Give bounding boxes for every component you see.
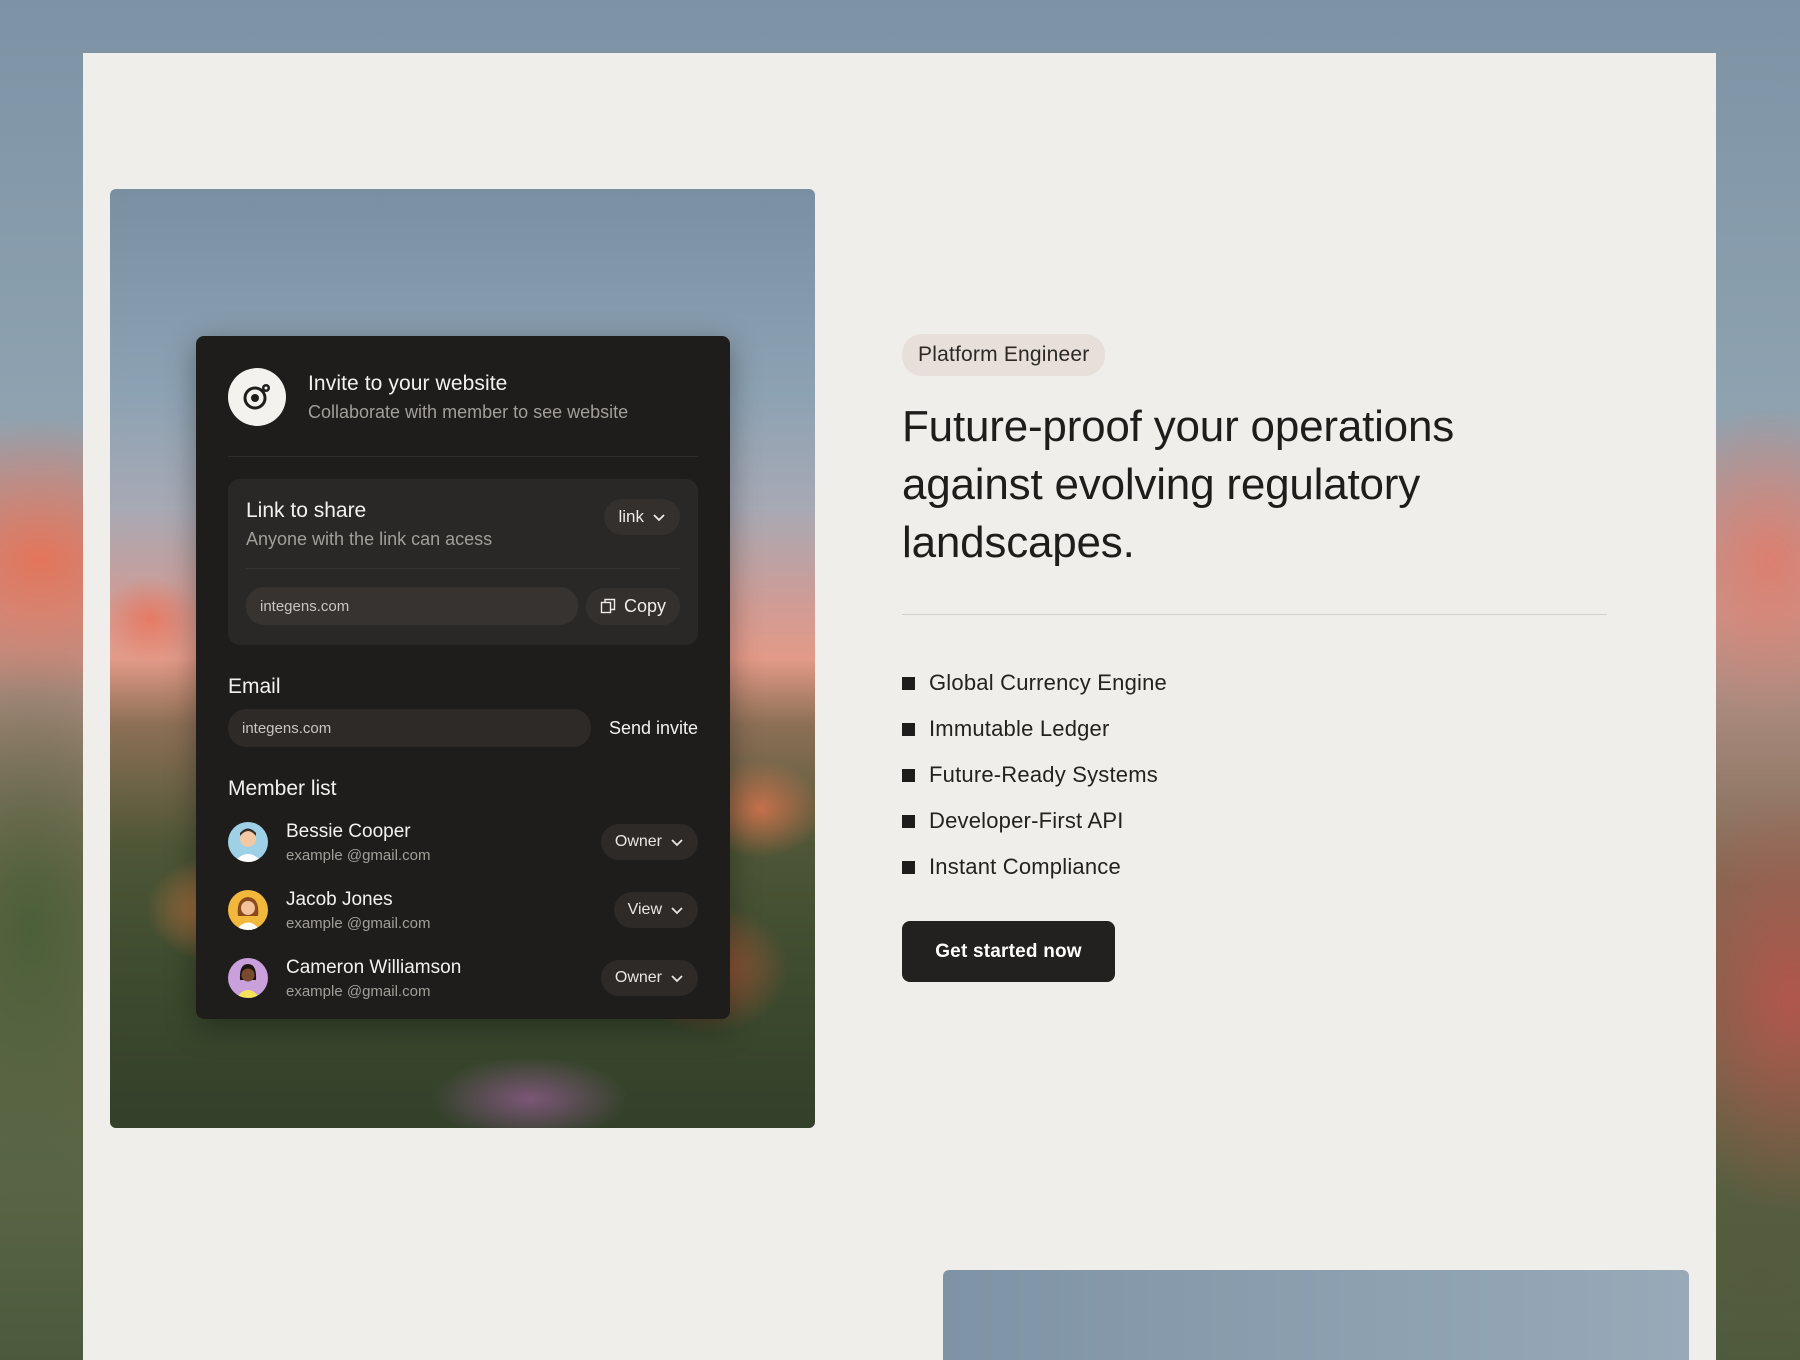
email-field[interactable]: integens.com bbox=[228, 709, 591, 747]
chevron-down-icon bbox=[671, 975, 683, 983]
member-name: Bessie Cooper bbox=[286, 820, 411, 842]
chevron-down-icon bbox=[671, 907, 683, 915]
chevron-down-icon bbox=[671, 839, 683, 847]
divider bbox=[902, 614, 1607, 615]
copy-label: Copy bbox=[623, 595, 666, 616]
chevron-down-icon bbox=[653, 514, 665, 522]
role-tag: Platform Engineer bbox=[902, 334, 1106, 376]
square-bullet-icon bbox=[902, 814, 915, 828]
invite-card: Invite to your website Collaborate with … bbox=[196, 336, 730, 1019]
page: Invite to your website Collaborate with … bbox=[83, 53, 1716, 1360]
square-bullet-icon bbox=[902, 676, 915, 690]
member-name: Jacob Jones bbox=[286, 888, 393, 910]
member-email: example @gmail.com bbox=[286, 982, 431, 1000]
share-link-field[interactable]: integens.com bbox=[246, 587, 578, 625]
page-title: Future-proof your operations against evo… bbox=[902, 402, 1455, 567]
member-row: Jacob Jones example @gmail.com View bbox=[228, 883, 698, 937]
link-mode-dropdown[interactable]: link bbox=[604, 499, 680, 535]
feature-list: Global Currency Engine Immutable Ledger … bbox=[902, 660, 1167, 890]
feature-label: Immutable Ledger bbox=[929, 716, 1110, 741]
role-dropdown[interactable]: Owner bbox=[600, 824, 698, 860]
share-subtitle: Anyone with the link can acess bbox=[246, 529, 493, 549]
member-row: Bessie Cooper example @gmail.com Owner bbox=[228, 815, 698, 869]
invite-subtitle: Collaborate with member to see website bbox=[308, 401, 629, 422]
square-bullet-icon bbox=[902, 722, 915, 736]
list-item: Immutable Ledger bbox=[902, 706, 1167, 752]
member-email: example @gmail.com bbox=[286, 914, 431, 932]
role-dropdown[interactable]: Owner bbox=[600, 960, 698, 996]
feature-label: Instant Compliance bbox=[929, 854, 1121, 879]
list-item: Future-Ready Systems bbox=[902, 752, 1167, 798]
member-email: example @gmail.com bbox=[286, 846, 431, 864]
member-name: Cameron Williamson bbox=[286, 956, 462, 978]
feature-label: Global Currency Engine bbox=[929, 670, 1167, 695]
copy-icon bbox=[600, 598, 616, 614]
feature-label: Developer-First API bbox=[929, 808, 1124, 833]
share-link-box: Link to share Anyone with the link can a… bbox=[228, 479, 698, 645]
avatar bbox=[228, 958, 268, 998]
list-item: Developer-First API bbox=[902, 798, 1167, 844]
email-label: Email bbox=[228, 675, 281, 698]
role-label: Owner bbox=[614, 969, 662, 986]
avatar bbox=[228, 890, 268, 930]
send-invite-button[interactable]: Send invite bbox=[609, 718, 698, 739]
hero-photo: Invite to your website Collaborate with … bbox=[110, 189, 815, 1128]
list-item: Instant Compliance bbox=[902, 844, 1167, 890]
role-label: View bbox=[627, 901, 662, 918]
invite-card-header: Invite to your website Collaborate with … bbox=[228, 368, 698, 457]
share-title: Link to share bbox=[246, 499, 367, 522]
role-dropdown[interactable]: View bbox=[613, 892, 698, 928]
member-list-label: Member list bbox=[228, 777, 337, 800]
gear-person-icon bbox=[228, 368, 286, 426]
invite-title: Invite to your website bbox=[308, 371, 508, 395]
get-started-button[interactable]: Get started now bbox=[902, 921, 1115, 982]
member-row: Cameron Williamson example @gmail.com Ow… bbox=[228, 951, 698, 1005]
role-label: Owner bbox=[614, 833, 662, 850]
list-item: Global Currency Engine bbox=[902, 660, 1167, 706]
copy-button[interactable]: Copy bbox=[585, 587, 680, 625]
bottom-photo bbox=[943, 1270, 1689, 1360]
link-mode-label: link bbox=[618, 507, 644, 526]
square-bullet-icon bbox=[902, 860, 915, 874]
square-bullet-icon bbox=[902, 768, 915, 782]
feature-label: Future-Ready Systems bbox=[929, 762, 1158, 787]
avatar bbox=[228, 822, 268, 862]
